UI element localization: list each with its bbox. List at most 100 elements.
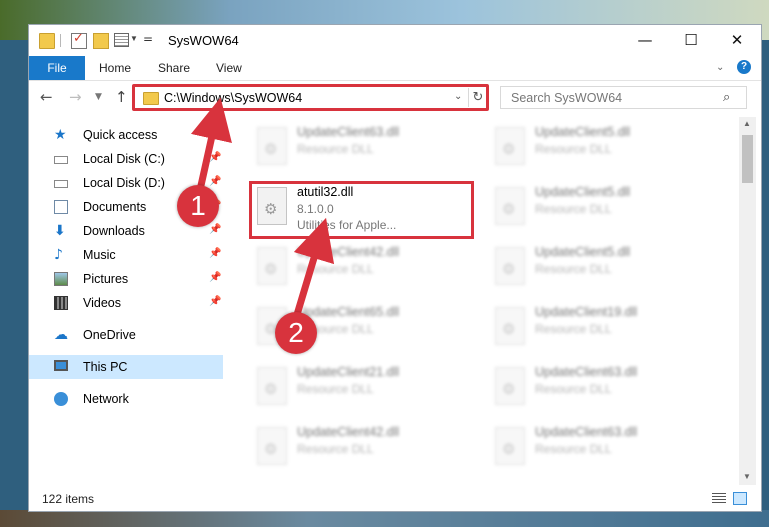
- file-name: UpdateClient63.dll: [297, 125, 400, 139]
- navigation-bar: ← → ▼ ↑ C:\Windows\SysWOW64 ⌄ ↻ Search S…: [29, 81, 761, 115]
- properties-check-icon[interactable]: [71, 31, 87, 49]
- sidebar-item-network[interactable]: Network: [29, 387, 223, 411]
- toolbar-separator: [60, 34, 61, 47]
- expand-ribbon-icon[interactable]: ⌄: [716, 62, 724, 73]
- status-bar: 122 items: [29, 487, 761, 511]
- dll-file-icon: [257, 427, 287, 465]
- scroll-up-icon[interactable]: ▲: [743, 119, 751, 128]
- file-explorer-window: ▼ = SysWOW64 — ☐ ✕ File Home Share View …: [28, 24, 762, 512]
- help-icon[interactable]: ?: [737, 60, 751, 74]
- sidebar-item-this-pc[interactable]: This PC: [29, 355, 223, 379]
- music-icon: ♪: [54, 247, 63, 263]
- back-arrow-icon[interactable]: ←: [40, 88, 53, 106]
- file-description: Resource DLL: [535, 442, 612, 456]
- pin-icon[interactable]: 📌: [209, 176, 221, 187]
- address-path[interactable]: C:\Windows\SysWOW64: [164, 91, 302, 105]
- file-item[interactable]: UpdateClient5.dll Resource DLL: [487, 241, 707, 293]
- forward-arrow-icon[interactable]: →: [69, 88, 82, 106]
- search-icon[interactable]: ⌕: [723, 90, 730, 105]
- address-bar[interactable]: C:\Windows\SysWOW64 ⌄ ↻: [134, 86, 487, 109]
- large-icons-view-icon[interactable]: [733, 492, 747, 505]
- file-name: UpdateClient65.dll: [297, 305, 400, 319]
- sidebar-item-onedrive[interactable]: ☁ OneDrive: [29, 323, 223, 347]
- file-description: Resource DLL: [297, 382, 374, 396]
- chevron-down-icon[interactable]: ▼: [130, 34, 138, 43]
- vertical-scrollbar[interactable]: ▲ ▼: [739, 117, 756, 485]
- pin-icon[interactable]: 📌: [209, 296, 221, 307]
- file-description: Resource DLL: [535, 382, 612, 396]
- file-item[interactable]: UpdateClient63.dll Resource DLL: [487, 421, 707, 473]
- file-description: Resource DLL: [535, 142, 612, 156]
- folder-icon: [143, 92, 159, 105]
- search-placeholder: Search SysWOW64: [511, 91, 623, 105]
- sidebar-item-label: Pictures: [83, 272, 129, 286]
- new-folder-icon[interactable]: [93, 33, 109, 49]
- tab-file[interactable]: File: [29, 56, 85, 80]
- dll-file-icon: [495, 247, 525, 285]
- chevron-down-icon[interactable]: ⌄: [454, 91, 462, 102]
- file-description: Resource DLL: [297, 442, 374, 456]
- tab-share[interactable]: Share: [146, 56, 202, 80]
- pin-icon[interactable]: 📌: [209, 248, 221, 259]
- search-input[interactable]: Search SysWOW64 ⌕: [500, 86, 747, 109]
- step-marker-1: 1: [177, 185, 219, 227]
- dll-file-icon: [257, 127, 287, 165]
- dll-file-icon: [495, 367, 525, 405]
- scrollbar-thumb[interactable]: [742, 135, 753, 183]
- file-name: UpdateClient5.dll: [535, 185, 631, 199]
- sidebar-item-label: Local Disk (D:): [83, 176, 165, 190]
- file-name: UpdateClient42.dll: [297, 425, 400, 439]
- ribbon-tabs: File Home Share View ⌄ ?: [29, 56, 761, 81]
- tab-home[interactable]: Home: [87, 56, 143, 80]
- sidebar-item-label: Downloads: [83, 224, 145, 238]
- file-item[interactable]: UpdateClient21.dll Resource DLL: [249, 361, 469, 413]
- maximize-button[interactable]: ☐: [668, 25, 714, 56]
- documents-icon: [54, 200, 68, 214]
- navigation-pane: ★ Quick access Local Disk (C:) 📌 Local D…: [29, 117, 223, 485]
- file-item[interactable]: UpdateClient42.dll Resource DLL: [249, 421, 469, 473]
- file-item-atutil32[interactable]: atutil32.dll 8.1.0.0 Utilities for Apple…: [249, 181, 469, 233]
- download-icon: ⬇: [54, 223, 66, 239]
- sidebar-item-label: Videos: [83, 296, 121, 310]
- file-description: Resource DLL: [297, 142, 374, 156]
- tab-view[interactable]: View: [204, 56, 254, 80]
- details-view-icon[interactable]: [712, 493, 726, 504]
- file-item[interactable]: UpdateClient5.dll Resource DLL: [487, 121, 707, 173]
- dll-file-icon: [495, 427, 525, 465]
- scroll-down-icon[interactable]: ▼: [743, 472, 751, 481]
- file-name: UpdateClient5.dll: [535, 125, 631, 139]
- dll-file-icon: [257, 367, 287, 405]
- dll-file-icon: [495, 187, 525, 225]
- dll-file-icon: [257, 187, 287, 225]
- sidebar-item-quick-access[interactable]: ★ Quick access: [29, 123, 223, 147]
- sidebar-item-music[interactable]: ♪ Music 📌: [29, 243, 223, 267]
- file-item[interactable]: UpdateClient63.dll Resource DLL: [487, 361, 707, 413]
- sidebar-item-label: Music: [83, 248, 116, 262]
- file-name: UpdateClient19.dll: [535, 305, 638, 319]
- file-name: UpdateClient42.dll: [297, 245, 400, 259]
- file-item[interactable]: UpdateClient63.dll Resource DLL: [249, 121, 469, 173]
- up-arrow-icon[interactable]: ↑: [115, 88, 128, 106]
- file-item[interactable]: UpdateClient5.dll Resource DLL: [487, 181, 707, 233]
- sidebar-item-local-disk-c[interactable]: Local Disk (C:) 📌: [29, 147, 223, 171]
- item-count: 122 items: [42, 492, 95, 506]
- pin-icon[interactable]: 📌: [209, 152, 221, 163]
- pin-icon[interactable]: 📌: [209, 272, 221, 283]
- customize-toolbar-icon[interactable]: =: [143, 32, 153, 46]
- sidebar-item-videos[interactable]: Videos 📌: [29, 291, 223, 315]
- quick-access-properties-icon[interactable]: [114, 33, 129, 47]
- sidebar-item-label: Documents: [83, 200, 147, 214]
- minimize-button[interactable]: —: [622, 25, 668, 56]
- file-version: 8.1.0.0: [297, 202, 334, 216]
- videos-icon: [54, 296, 68, 310]
- file-description: Resource DLL: [535, 322, 612, 336]
- file-description: Utilities for Apple...: [297, 218, 397, 232]
- recent-locations-icon[interactable]: ▼: [95, 92, 102, 102]
- file-name: UpdateClient63.dll: [535, 425, 638, 439]
- close-button[interactable]: ✕: [714, 25, 760, 56]
- pin-icon[interactable]: 📌: [209, 224, 221, 235]
- refresh-icon[interactable]: ↻: [468, 88, 487, 107]
- file-item[interactable]: UpdateClient42.dll Resource DLL: [249, 241, 469, 293]
- sidebar-item-pictures[interactable]: Pictures 📌: [29, 267, 223, 291]
- file-item[interactable]: UpdateClient19.dll Resource DLL: [487, 301, 707, 353]
